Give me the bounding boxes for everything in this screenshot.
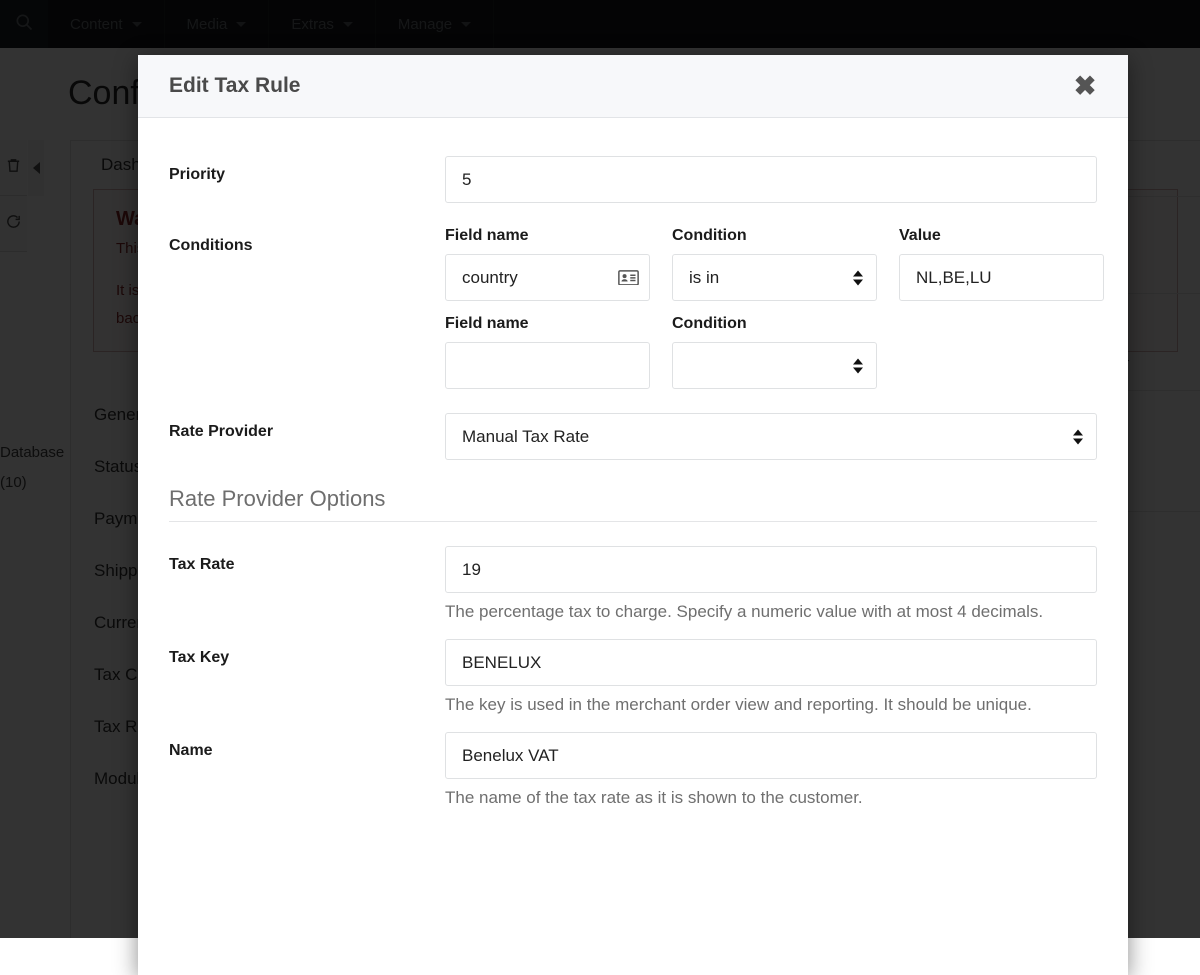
priority-input[interactable]: 5	[445, 156, 1097, 203]
name-label: Name	[169, 732, 445, 811]
select-arrows-icon	[853, 358, 863, 373]
rate-provider-value: Manual Tax Rate	[462, 427, 589, 447]
name-help-text: The name of the tax rate as it is shown …	[445, 785, 1045, 811]
tax-rate-label: Tax Rate	[169, 546, 445, 625]
tax-rate-input[interactable]: 19	[445, 546, 1097, 593]
tax-key-row: Tax Key BENELUX The key is used in the m…	[169, 639, 1097, 718]
select-arrows-icon	[1073, 429, 1083, 444]
condition-field-name-label-2: Field name	[445, 315, 650, 333]
condition-operator-select-2[interactable]	[672, 342, 877, 389]
condition-operator-select-1[interactable]: is in	[672, 254, 877, 301]
edit-tax-rule-modal: Edit Tax Rule ✖ Priority 5 Conditions Fi…	[138, 55, 1128, 975]
tax-rate-help-text: The percentage tax to charge. Specify a …	[445, 599, 1045, 625]
name-input[interactable]: Benelux VAT	[445, 732, 1097, 779]
select-arrows-icon	[853, 270, 863, 285]
rate-provider-label: Rate Provider	[169, 413, 445, 460]
condition-field-name-label: Field name	[445, 227, 650, 245]
modal-body: Priority 5 Conditions Field name country	[138, 118, 1128, 831]
conditions-row: Conditions Field name country	[169, 227, 1097, 389]
condition-operator-label: Condition	[672, 227, 877, 245]
priority-row: Priority 5	[169, 156, 1097, 203]
name-row: Name Benelux VAT The name of the tax rat…	[169, 732, 1097, 811]
condition-field-name-input-2[interactable]	[445, 342, 650, 389]
condition-value-label: Value	[899, 227, 1104, 245]
modal-header: Edit Tax Rule ✖	[138, 55, 1128, 118]
conditions-label: Conditions	[169, 227, 445, 389]
tax-rate-row: Tax Rate 19 The percentage tax to charge…	[169, 546, 1097, 625]
modal-title: Edit Tax Rule	[169, 74, 1068, 98]
condition-value-input-1[interactable]: NL,BE,LU	[899, 254, 1104, 301]
tax-key-help-text: The key is used in the merchant order vi…	[445, 692, 1045, 718]
contact-card-icon[interactable]	[618, 270, 639, 286]
tax-key-label: Tax Key	[169, 639, 445, 718]
rate-provider-row: Rate Provider Manual Tax Rate	[169, 413, 1097, 460]
rate-provider-select[interactable]: Manual Tax Rate	[445, 413, 1097, 460]
condition-operator-label-2: Condition	[672, 315, 877, 333]
rate-provider-options-heading: Rate Provider Options	[169, 486, 1097, 522]
priority-label: Priority	[169, 156, 445, 203]
tax-key-input[interactable]: BENELUX	[445, 639, 1097, 686]
close-icon[interactable]: ✖	[1068, 69, 1102, 103]
condition-operator-value: is in	[689, 268, 719, 288]
